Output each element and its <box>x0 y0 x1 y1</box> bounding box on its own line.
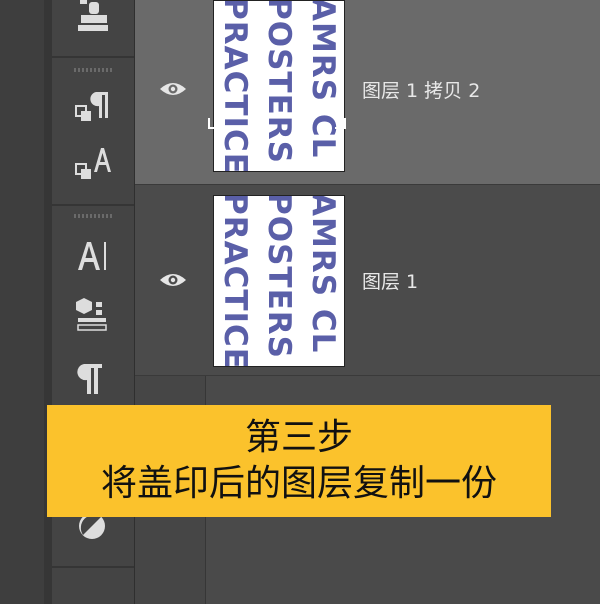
selection-corner <box>335 118 346 129</box>
layer-row[interactable]: AMRS CL POSTERS PRACTICE 图层 1 拷贝 2 <box>135 0 600 184</box>
tools-separator <box>52 56 134 58</box>
layer-name[interactable]: 图层 1 <box>362 267 418 294</box>
character-style-icon[interactable] <box>70 140 114 184</box>
left-panel-strip <box>0 0 52 604</box>
tools-separator <box>52 204 134 206</box>
layer-thumbnail[interactable]: AMRS CL POSTERS PRACTICE <box>213 195 345 367</box>
thumbnail-text: AMRS CL POSTERS PRACTICE <box>217 0 341 172</box>
layer-row[interactable]: AMRS CL POSTERS PRACTICE 图层 1 <box>135 185 600 375</box>
caption-step: 第三步 <box>244 417 353 458</box>
layer-name[interactable]: 图层 1 拷贝 2 <box>362 76 480 103</box>
panel-grip[interactable] <box>74 214 114 218</box>
eye-icon[interactable] <box>159 271 187 289</box>
paragraph-style-icon[interactable] <box>70 84 114 128</box>
caption-overlay: 第三步 将盖印后的图层复制一份 <box>47 405 551 517</box>
eye-icon[interactable] <box>159 80 187 98</box>
caption-text: 将盖印后的图层复制一份 <box>100 463 497 504</box>
row-divider <box>135 375 600 376</box>
clone-stamp-icon[interactable] <box>70 0 114 40</box>
3d-material-icon[interactable] <box>70 292 114 336</box>
panel-grip[interactable] <box>74 68 114 72</box>
selection-corner <box>208 118 219 129</box>
tools-separator <box>52 566 134 568</box>
thumbnail-text: AMRS CL POSTERS PRACTICE <box>217 195 341 367</box>
paragraph-icon[interactable] <box>70 356 114 400</box>
type-tool-icon[interactable] <box>70 234 114 278</box>
layer-thumbnail[interactable]: AMRS CL POSTERS PRACTICE <box>213 0 345 172</box>
